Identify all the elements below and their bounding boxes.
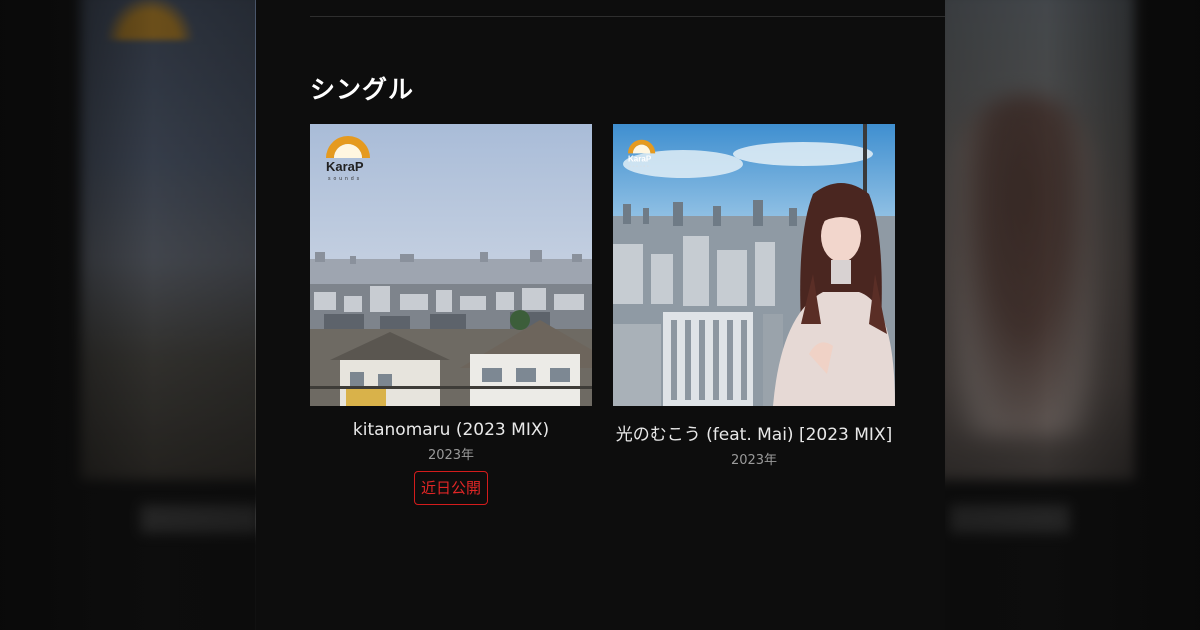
background-shade-right (945, 0, 1200, 630)
sunrise-logo-icon (627, 139, 656, 154)
single-card[interactable]: KaraP sounds 光のむこう (feat. Mai) [2023 MIX… (613, 124, 895, 468)
sunrise-logo-icon (326, 136, 370, 158)
singles-panel: シングル KaraP sounds kitanomaru (2023 MIX) … (256, 0, 945, 630)
release-year: 2023年 (730, 453, 778, 468)
single-title[interactable]: kitanomaru (2023 MIX) (310, 420, 592, 440)
divider (310, 16, 945, 17)
single-title[interactable]: 光のむこう (feat. Mai) [2023 MIX] (613, 420, 895, 445)
coming-soon-badge: 近日公開 (413, 471, 488, 505)
single-card[interactable]: KaraP sounds kitanomaru (2023 MIX) 2023年… (310, 124, 592, 505)
release-year: 2023年 (427, 448, 475, 463)
album-cover[interactable]: KaraP sounds (613, 124, 895, 406)
section-title: シングル (310, 75, 415, 104)
album-cover[interactable]: KaraP sounds (310, 124, 592, 406)
background-shade-left (0, 0, 255, 630)
karap-logo: KaraP sounds (623, 136, 660, 168)
karap-logo: KaraP sounds (318, 130, 378, 182)
